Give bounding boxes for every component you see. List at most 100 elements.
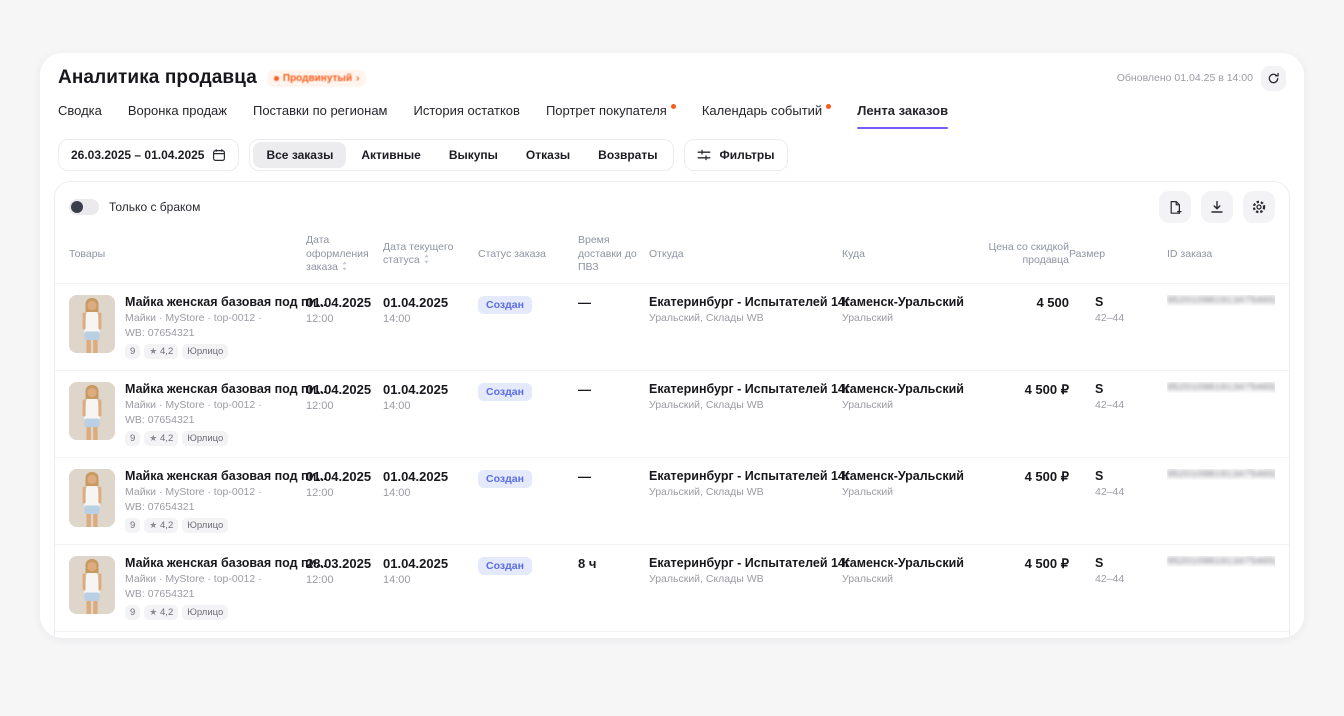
status-cell: Создан <box>478 295 578 314</box>
tab-label: Поставки по регионам <box>253 103 388 118</box>
flame-icon <box>274 76 279 81</box>
product-wb-article: WB: 07654321 <box>125 327 327 339</box>
product-title: Майка женская базовая под пи... <box>125 556 327 570</box>
tab-bar: Сводка Воронка продаж Поставки по регион… <box>54 93 1290 129</box>
segment-button[interactable]: Отказы <box>513 142 583 168</box>
size-cell: S 42–44 <box>1069 295 1167 324</box>
column-header[interactable]: Дата текущего статуса <box>383 241 478 268</box>
delivery-time-cell: — <box>578 295 649 310</box>
entity-badge: Юрлицо <box>182 344 228 359</box>
star-icon: ★ <box>149 520 157 530</box>
price-cell: 4 500 ₽ <box>969 469 1069 485</box>
product-photo <box>69 469 115 527</box>
rating-badge: ★ 4,2 <box>144 431 178 446</box>
download-button[interactable] <box>1201 191 1233 223</box>
price-cell: 4 500 ₽ <box>969 382 1069 398</box>
product-cell: Майка женская базовая под пи... Майки · … <box>69 295 306 359</box>
count-badge: 9 <box>125 431 140 446</box>
tab-item[interactable]: История остатков <box>414 103 520 129</box>
order-row[interactable]: Майка женская базовая под пи... Майки · … <box>55 458 1289 545</box>
chevron-right-icon: › <box>356 73 359 84</box>
column-header: Статус заказа <box>478 248 578 262</box>
segment-label: Выкупы <box>449 148 498 162</box>
tab-label: Сводка <box>58 103 102 118</box>
segment-button[interactable]: Возвраты <box>585 142 670 168</box>
tab-item[interactable]: Поставки по регионам <box>253 103 388 129</box>
segment-button[interactable]: Выкупы <box>436 142 511 168</box>
order-id-redacted: 9520109819134754652320 <box>1167 295 1275 306</box>
segment-label: Отказы <box>526 148 570 162</box>
column-header[interactable]: Дата оформления заказа <box>306 234 383 275</box>
product-subtitle: Майки · MyStore · top-0012 · <box>125 573 327 585</box>
defect-only-toggle[interactable] <box>69 199 99 215</box>
product-cell: Майка женская базовая под пи... Майки · … <box>69 469 306 533</box>
product-photo <box>69 556 115 614</box>
order-row[interactable]: Майка женская базовая под пи... Майки · … <box>55 284 1289 371</box>
download-icon <box>1210 200 1224 214</box>
tab-item[interactable]: Сводка <box>58 103 102 129</box>
entity-badge: Юрлицо <box>182 518 228 533</box>
order-row[interactable]: Майка женская базовая под пи... Майки · … <box>55 632 1289 638</box>
count-badge: 9 <box>125 605 140 620</box>
column-header: Откуда <box>649 248 842 262</box>
tab-label: Воронка продаж <box>128 103 227 118</box>
product-cell: Майка женская базовая под пи... Майки · … <box>69 382 306 446</box>
order-id-cell: 9520109819134754652320 <box>1167 469 1275 480</box>
order-id-redacted: 9520109819134754652320 <box>1167 556 1275 567</box>
tab-item[interactable]: Календарь событий <box>702 103 831 129</box>
origin-cell: Екатеринбург - Испытателей 14г Уральский… <box>649 295 842 324</box>
column-header-label: Куда <box>842 248 865 260</box>
table-header: Товары Дата оформления заказа Дата текущ… <box>55 232 1289 284</box>
segment-label: Все заказы <box>266 148 333 162</box>
tab-item[interactable]: Портрет покупателя <box>546 103 676 129</box>
gear-icon <box>1251 199 1267 215</box>
destination-cell: Каменск-Уральский Уральский <box>842 556 969 585</box>
entity-badge: Юрлицо <box>182 605 228 620</box>
notification-dot-icon <box>671 104 676 109</box>
sort-icon[interactable] <box>423 254 430 264</box>
rating-badge: ★ 4,2 <box>144 605 178 620</box>
column-header-label: ID заказа <box>1167 248 1212 260</box>
sort-icon[interactable] <box>341 261 348 271</box>
order-id-cell: 9520109819134754652320 <box>1167 382 1275 393</box>
refresh-button[interactable] <box>1261 66 1286 91</box>
order-row[interactable]: Майка женская базовая под пи... Майки · … <box>55 545 1289 632</box>
column-header-label: Цена со скидкой продавца <box>988 241 1069 267</box>
analytics-card: Аналитика продавца Продвинутый › Обновле… <box>40 53 1304 638</box>
notification-dot-icon <box>826 104 831 109</box>
product-subtitle: Майки · MyStore · top-0012 · <box>125 399 327 411</box>
column-header: Размер <box>1069 248 1167 262</box>
count-badge: 9 <box>125 344 140 359</box>
page-title: Аналитика продавца <box>58 67 257 89</box>
price-cell: 4 500 ₽ <box>969 556 1069 572</box>
export-report-button[interactable] <box>1159 191 1191 223</box>
sliders-icon <box>697 148 711 162</box>
filters-button[interactable]: Фильтры <box>684 139 787 171</box>
column-header-label: Статус заказа <box>478 248 546 260</box>
status-badge: Создан <box>478 557 532 575</box>
segment-button[interactable]: Активные <box>348 142 433 168</box>
tab-label: Лента заказов <box>857 103 948 118</box>
product-title: Майка женская базовая под пи... <box>125 295 327 309</box>
date-range-button[interactable]: 26.03.2025 – 01.04.2025 <box>58 139 239 171</box>
origin-cell: Екатеринбург - Испытателей 14г Уральский… <box>649 469 842 498</box>
plan-badge-label: Продвинутый <box>283 73 352 84</box>
product-subtitle: Майки · MyStore · top-0012 · <box>125 486 327 498</box>
product-wb-article: WB: 07654321 <box>125 414 327 426</box>
tab-item[interactable]: Воронка продаж <box>128 103 227 129</box>
order-row[interactable]: Майка женская базовая под пи... Майки · … <box>55 371 1289 458</box>
tab-label: Календарь событий <box>702 103 822 118</box>
destination-cell: Каменск-Уральский Уральский <box>842 469 969 498</box>
product-wb-article: WB: 07654321 <box>125 588 327 600</box>
price-cell: 4 500 <box>969 295 1069 310</box>
delivery-time-cell: 8 ч <box>578 556 649 571</box>
size-cell: S 42–44 <box>1069 556 1167 585</box>
tab-item[interactable]: Лента заказов <box>857 103 948 129</box>
product-subtitle: Майки · MyStore · top-0012 · <box>125 312 327 324</box>
settings-button[interactable] <box>1243 191 1275 223</box>
origin-cell: Екатеринбург - Испытателей 14г Уральский… <box>649 556 842 585</box>
calendar-icon <box>212 148 226 162</box>
column-header: Время доставки до ПВЗ <box>578 234 649 275</box>
segment-button[interactable]: Все заказы <box>253 142 346 168</box>
plan-badge[interactable]: Продвинутый › <box>267 70 367 87</box>
